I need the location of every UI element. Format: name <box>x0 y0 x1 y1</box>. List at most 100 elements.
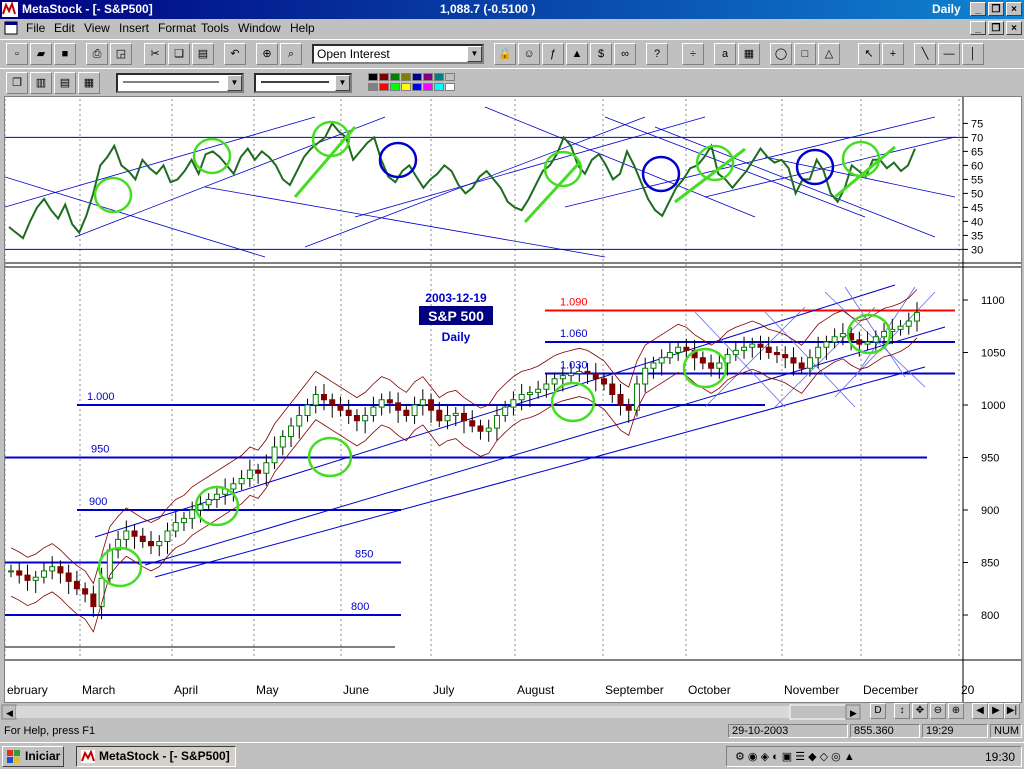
triangle-icon[interactable]: △ <box>818 43 840 65</box>
chart-window[interactable]: ebruary March April May June July August Septem… <box>4 96 1022 703</box>
minimize-button[interactable]: _ <box>970 2 986 16</box>
zoom-icon[interactable]: ⌕ <box>280 43 302 65</box>
palette-swatch[interactable] <box>401 83 411 91</box>
print-preview-icon[interactable]: ◲ <box>110 43 132 65</box>
chevron-down-icon[interactable]: ▼ <box>467 46 482 62</box>
tile-vertical-icon[interactable]: ▥ <box>30 72 52 94</box>
palette-swatch[interactable] <box>445 83 455 91</box>
palette-swatch[interactable] <box>423 83 433 91</box>
chevron-down-icon[interactable]: ▼ <box>335 75 350 91</box>
dollar-icon[interactable]: $ <box>590 43 612 65</box>
palette-swatch[interactable] <box>423 73 433 81</box>
candle-body <box>864 341 871 345</box>
tray-icons[interactable]: ⚙ ◉ ◈ ◐ ▣ ☰ ◆ ◇ ◎ ▲ <box>735 750 855 763</box>
close-button[interactable]: × <box>1006 2 1022 16</box>
indicator-tick-label: 35 <box>971 230 983 242</box>
palette-swatch[interactable] <box>368 73 378 81</box>
menu-tools[interactable]: Tools <box>201 21 229 35</box>
document-window-controls: _ ❐ × <box>970 21 1022 35</box>
function-icon[interactable]: ƒ <box>542 43 564 65</box>
palette-swatch[interactable] <box>390 83 400 91</box>
expert-icon[interactable]: ☺ <box>518 43 540 65</box>
palette-swatch[interactable] <box>412 73 422 81</box>
paste-icon[interactable]: ▤ <box>192 43 214 65</box>
trend-channel-line <box>154 366 926 578</box>
candle-body <box>180 517 187 524</box>
pointer-icon[interactable]: ↖ <box>858 43 880 65</box>
candle-body <box>436 409 443 422</box>
help-pointer-icon[interactable]: ? <box>646 43 668 65</box>
ellipse-icon[interactable]: ◯ <box>770 43 792 65</box>
save-icon[interactable]: ■ <box>54 43 76 65</box>
palette-swatch[interactable] <box>368 83 378 91</box>
scroll-right-icon[interactable]: ▶ <box>988 703 1004 719</box>
undo-icon[interactable]: ↶ <box>224 43 246 65</box>
doc-close-button[interactable]: × <box>1006 21 1022 35</box>
chart-title: S&P 500 <box>428 308 484 324</box>
price-chart[interactable]: ebruary March April May June July August Septem… <box>4 97 1021 702</box>
taskbar: Iniciar MetaStock - [- S&P500] ⚙ ◉ ◈ ◐ ▣… <box>0 742 1024 769</box>
tile-grid-icon[interactable]: ▦ <box>78 72 100 94</box>
candle-body <box>386 399 393 404</box>
line-style-select[interactable]: ▼ <box>116 73 244 93</box>
vertical-line-icon[interactable]: │ <box>962 43 984 65</box>
candle-body <box>914 312 920 322</box>
candle-body <box>288 425 295 437</box>
chart-scrollbar[interactable]: ◀ ▶ D ↕ ✥ ⊖ ⊕ ◀ ▶ ▶| <box>0 703 1024 721</box>
menu-file[interactable]: File <box>26 21 45 35</box>
scroll-left-icon[interactable]: ◀ <box>972 703 988 719</box>
trend-channel-line <box>144 326 946 566</box>
taskbar-metastock-button[interactable]: MetaStock - [- S&P500] <box>76 746 236 767</box>
doc-minimize-button[interactable]: _ <box>970 21 986 35</box>
menu-insert[interactable]: Insert <box>119 21 149 35</box>
line-weight-select[interactable]: ▼ <box>254 73 352 93</box>
palette-swatch[interactable] <box>445 73 455 81</box>
open-folder-icon[interactable]: ▰ <box>30 43 52 65</box>
restore-button[interactable]: ❐ <box>988 2 1004 16</box>
palette-swatch[interactable] <box>434 73 444 81</box>
text-tool-icon[interactable]: a <box>714 43 736 65</box>
copy-icon[interactable]: ❏ <box>168 43 190 65</box>
horizontal-line-icon[interactable]: — <box>938 43 960 65</box>
trendline-icon[interactable]: ╲ <box>914 43 936 65</box>
start-button[interactable]: Iniciar <box>2 746 64 767</box>
candle-body <box>699 357 706 364</box>
quote-readout: 1,088.7 (-0.5100 ) <box>440 2 536 16</box>
candle-body <box>106 549 113 579</box>
palette-swatch[interactable] <box>379 83 389 91</box>
zoom-out-icon[interactable]: ⊖ <box>930 703 946 719</box>
crosshair-line-icon[interactable]: + <box>882 43 904 65</box>
palette-swatch[interactable] <box>390 73 400 81</box>
scroll-vertical-icon[interactable]: ↕ <box>894 703 910 719</box>
daily-button[interactable]: D <box>870 703 886 719</box>
menu-help[interactable]: Help <box>290 21 315 35</box>
indicator-select[interactable]: Open Interest ▼ <box>312 44 484 64</box>
zoom-in-icon[interactable]: ⊕ <box>948 703 964 719</box>
tile-horizontal-icon[interactable]: ▤ <box>54 72 76 94</box>
menu-edit[interactable]: Edit <box>54 21 75 35</box>
grid-icon[interactable]: ▦ <box>738 43 760 65</box>
print-icon[interactable]: ⎙ <box>86 43 108 65</box>
palette-swatch[interactable] <box>379 73 389 81</box>
horizontal-split-icon[interactable]: ÷ <box>682 43 704 65</box>
move-icon[interactable]: ✥ <box>912 703 928 719</box>
palette-swatch[interactable] <box>434 83 444 91</box>
scroll-end-icon[interactable]: ▶| <box>1004 703 1020 719</box>
system-tester-icon[interactable]: ▲ <box>566 43 588 65</box>
menu-format[interactable]: Format <box>158 21 196 35</box>
menu-window[interactable]: Window <box>238 21 281 35</box>
document-icon[interactable] <box>4 21 18 35</box>
rectangle-icon[interactable]: □ <box>794 43 816 65</box>
palette-swatch[interactable] <box>412 83 422 91</box>
chevron-down-icon[interactable]: ▼ <box>227 75 242 91</box>
cascade-icon[interactable]: ❐ <box>6 72 28 94</box>
lock-icon[interactable]: 🔒 <box>494 43 516 65</box>
palette-swatch[interactable] <box>401 73 411 81</box>
cut-icon[interactable]: ✂ <box>144 43 166 65</box>
doc-restore-button[interactable]: ❐ <box>988 21 1004 35</box>
new-icon[interactable]: ▫ <box>6 43 28 65</box>
crosshair-icon[interactable]: ⊕ <box>256 43 278 65</box>
binoculars-icon[interactable]: ∞ <box>614 43 636 65</box>
tray-clock: 19:30 <box>984 750 1015 764</box>
menu-view[interactable]: View <box>84 21 110 35</box>
